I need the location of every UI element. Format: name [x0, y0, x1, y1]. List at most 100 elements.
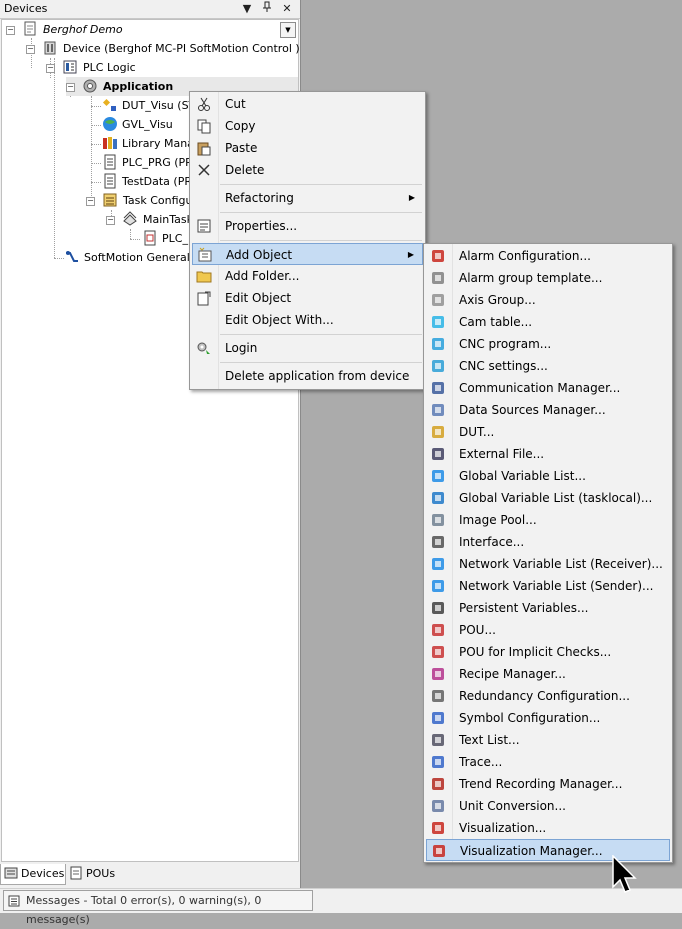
task-icon: [122, 211, 138, 227]
symbol-configuration-icon: [430, 710, 446, 726]
interface-icon: [430, 534, 446, 550]
collapse-icon[interactable]: −: [86, 197, 95, 206]
submenu-item-trace[interactable]: Trace...: [426, 751, 670, 773]
submenu-item-symbol-configuration[interactable]: Symbol Configuration...: [426, 707, 670, 729]
menu-item-login[interactable]: Login: [192, 337, 423, 359]
tab-pous[interactable]: POUs: [66, 864, 122, 884]
recipe-manager-icon: [430, 666, 446, 682]
submenu-item-pou-implicit[interactable]: POU for Implicit Checks...: [426, 641, 670, 663]
trace-icon: [430, 754, 446, 770]
menu-item-add-folder[interactable]: Add Folder...: [192, 265, 423, 287]
submenu-item-cnc-settings[interactable]: CNC settings...: [426, 355, 670, 377]
device-icon: [42, 40, 58, 56]
pou-icon: [430, 622, 446, 638]
library-manager-icon: [102, 135, 118, 151]
panel-header: Devices ▼ ✕: [0, 0, 300, 19]
menu-item-delete[interactable]: Delete: [192, 159, 423, 181]
submenu-item-recipe-manager[interactable]: Recipe Manager...: [426, 663, 670, 685]
context-menu: Cut Copy Paste Delete Refactoring ▶ Prop…: [189, 91, 426, 390]
menu-item-delete-application[interactable]: Delete application from device: [192, 365, 423, 387]
paste-icon: [196, 140, 212, 156]
submenu-item-image-pool[interactable]: Image Pool...: [426, 509, 670, 531]
submenu-item-trend-recording[interactable]: Trend Recording Manager...: [426, 773, 670, 795]
tree-label: PLC Logic: [83, 61, 136, 74]
submenu-arrow-icon: ▶: [408, 193, 415, 202]
collapse-icon[interactable]: −: [66, 83, 75, 92]
cnc-settings-icon: [430, 358, 446, 374]
submenu-item-pou[interactable]: POU...: [426, 619, 670, 641]
global-variable-list-icon: [102, 116, 118, 132]
global-variable-list-icon: [430, 468, 446, 484]
collapse-icon[interactable]: −: [26, 45, 35, 54]
submenu-item-axis-group[interactable]: Axis Group...: [426, 289, 670, 311]
dut-icon: [430, 424, 446, 440]
submenu-item-cam-table[interactable]: Cam table...: [426, 311, 670, 333]
submenu-item-global-variable-list[interactable]: Global Variable List...: [426, 465, 670, 487]
gvl-tasklocal-icon: [430, 490, 446, 506]
menu-item-paste[interactable]: Paste: [192, 137, 423, 159]
alarm-configuration-icon: [430, 248, 446, 264]
submenu-item-cnc-program[interactable]: CNC program...: [426, 333, 670, 355]
menu-item-add-object[interactable]: Add Object ▶: [192, 243, 423, 265]
devices-icon: [4, 866, 18, 880]
submenu-item-visualization[interactable]: Visualization...: [426, 817, 670, 839]
menu-item-edit-object-with[interactable]: Edit Object With...: [192, 309, 423, 331]
close-icon[interactable]: ✕: [280, 1, 294, 16]
tree-label: Application: [103, 80, 174, 93]
menu-item-refactoring[interactable]: Refactoring ▶: [192, 187, 423, 209]
tree-dropdown-button[interactable]: ▼: [280, 22, 296, 38]
collapse-icon[interactable]: −: [46, 64, 55, 73]
submenu-item-gvl-tasklocal[interactable]: Global Variable List (tasklocal)...: [426, 487, 670, 509]
redundancy-icon: [430, 688, 446, 704]
visualization-manager-icon: [431, 843, 447, 859]
menu-item-copy[interactable]: Copy: [192, 115, 423, 137]
menu-item-properties[interactable]: Properties...: [192, 215, 423, 237]
collapse-icon[interactable]: −: [106, 216, 115, 225]
tab-devices[interactable]: Devices: [0, 864, 66, 885]
dut-icon: [102, 97, 118, 113]
nvl-receiver-icon: [430, 556, 446, 572]
messages-summary: Messages - Total 0 error(s), 0 warning(s…: [26, 894, 262, 926]
pou-icon: [102, 173, 118, 189]
add-object-submenu: Alarm Configuration... Alarm group templa…: [423, 243, 673, 863]
project-icon: [22, 21, 38, 37]
submenu-item-communication-manager[interactable]: Communication Manager...: [426, 377, 670, 399]
add-object-icon: [197, 247, 213, 263]
menu-item-cut[interactable]: Cut: [192, 93, 423, 115]
tree-label: GVL_Visu: [122, 118, 173, 131]
unit-conversion-icon: [430, 798, 446, 814]
mouse-cursor-icon: [612, 855, 637, 893]
submenu-item-text-list[interactable]: Text List...: [426, 729, 670, 751]
messages-button[interactable]: Messages - Total 0 error(s), 0 warning(s…: [3, 890, 313, 926]
pous-icon: [69, 866, 83, 880]
submenu-arrow-icon: ▶: [407, 250, 414, 259]
messages-icon: [8, 894, 20, 907]
submenu-item-alarm-group[interactable]: Alarm group template...: [426, 267, 670, 289]
status-bar: Messages - Total 0 error(s), 0 warning(s…: [0, 888, 682, 926]
submenu-item-dut[interactable]: DUT...: [426, 421, 670, 443]
submenu-item-external-file[interactable]: External File...: [426, 443, 670, 465]
submenu-item-nvl-receiver[interactable]: Network Variable List (Receiver)...: [426, 553, 670, 575]
pin-icon[interactable]: [260, 1, 274, 16]
softmotion-axis-icon: [64, 249, 80, 265]
login-icon: [196, 340, 212, 356]
menu-item-edit-object[interactable]: Edit Object: [192, 287, 423, 309]
submenu-item-alarm-configuration[interactable]: Alarm Configuration...: [426, 245, 670, 267]
cam-table-icon: [430, 314, 446, 330]
pou-implicit-icon: [430, 644, 446, 660]
collapse-icon[interactable]: −: [6, 26, 15, 35]
trend-recording-icon: [430, 776, 446, 792]
plc-logic-icon: [62, 59, 78, 75]
panel-dropdown-icon[interactable]: ▼: [240, 1, 254, 16]
submenu-item-persistent-variables[interactable]: Persistent Variables...: [426, 597, 670, 619]
pou-icon: [102, 154, 118, 170]
submenu-item-interface[interactable]: Interface...: [426, 531, 670, 553]
submenu-item-unit-conversion[interactable]: Unit Conversion...: [426, 795, 670, 817]
cnc-program-icon: [430, 336, 446, 352]
submenu-item-redundancy[interactable]: Redundancy Configuration...: [426, 685, 670, 707]
folder-icon: [196, 268, 212, 284]
submenu-item-nvl-sender[interactable]: Network Variable List (Sender)...: [426, 575, 670, 597]
persistent-variables-icon: [430, 600, 446, 616]
communication-manager-icon: [430, 380, 446, 396]
submenu-item-data-sources[interactable]: Data Sources Manager...: [426, 399, 670, 421]
